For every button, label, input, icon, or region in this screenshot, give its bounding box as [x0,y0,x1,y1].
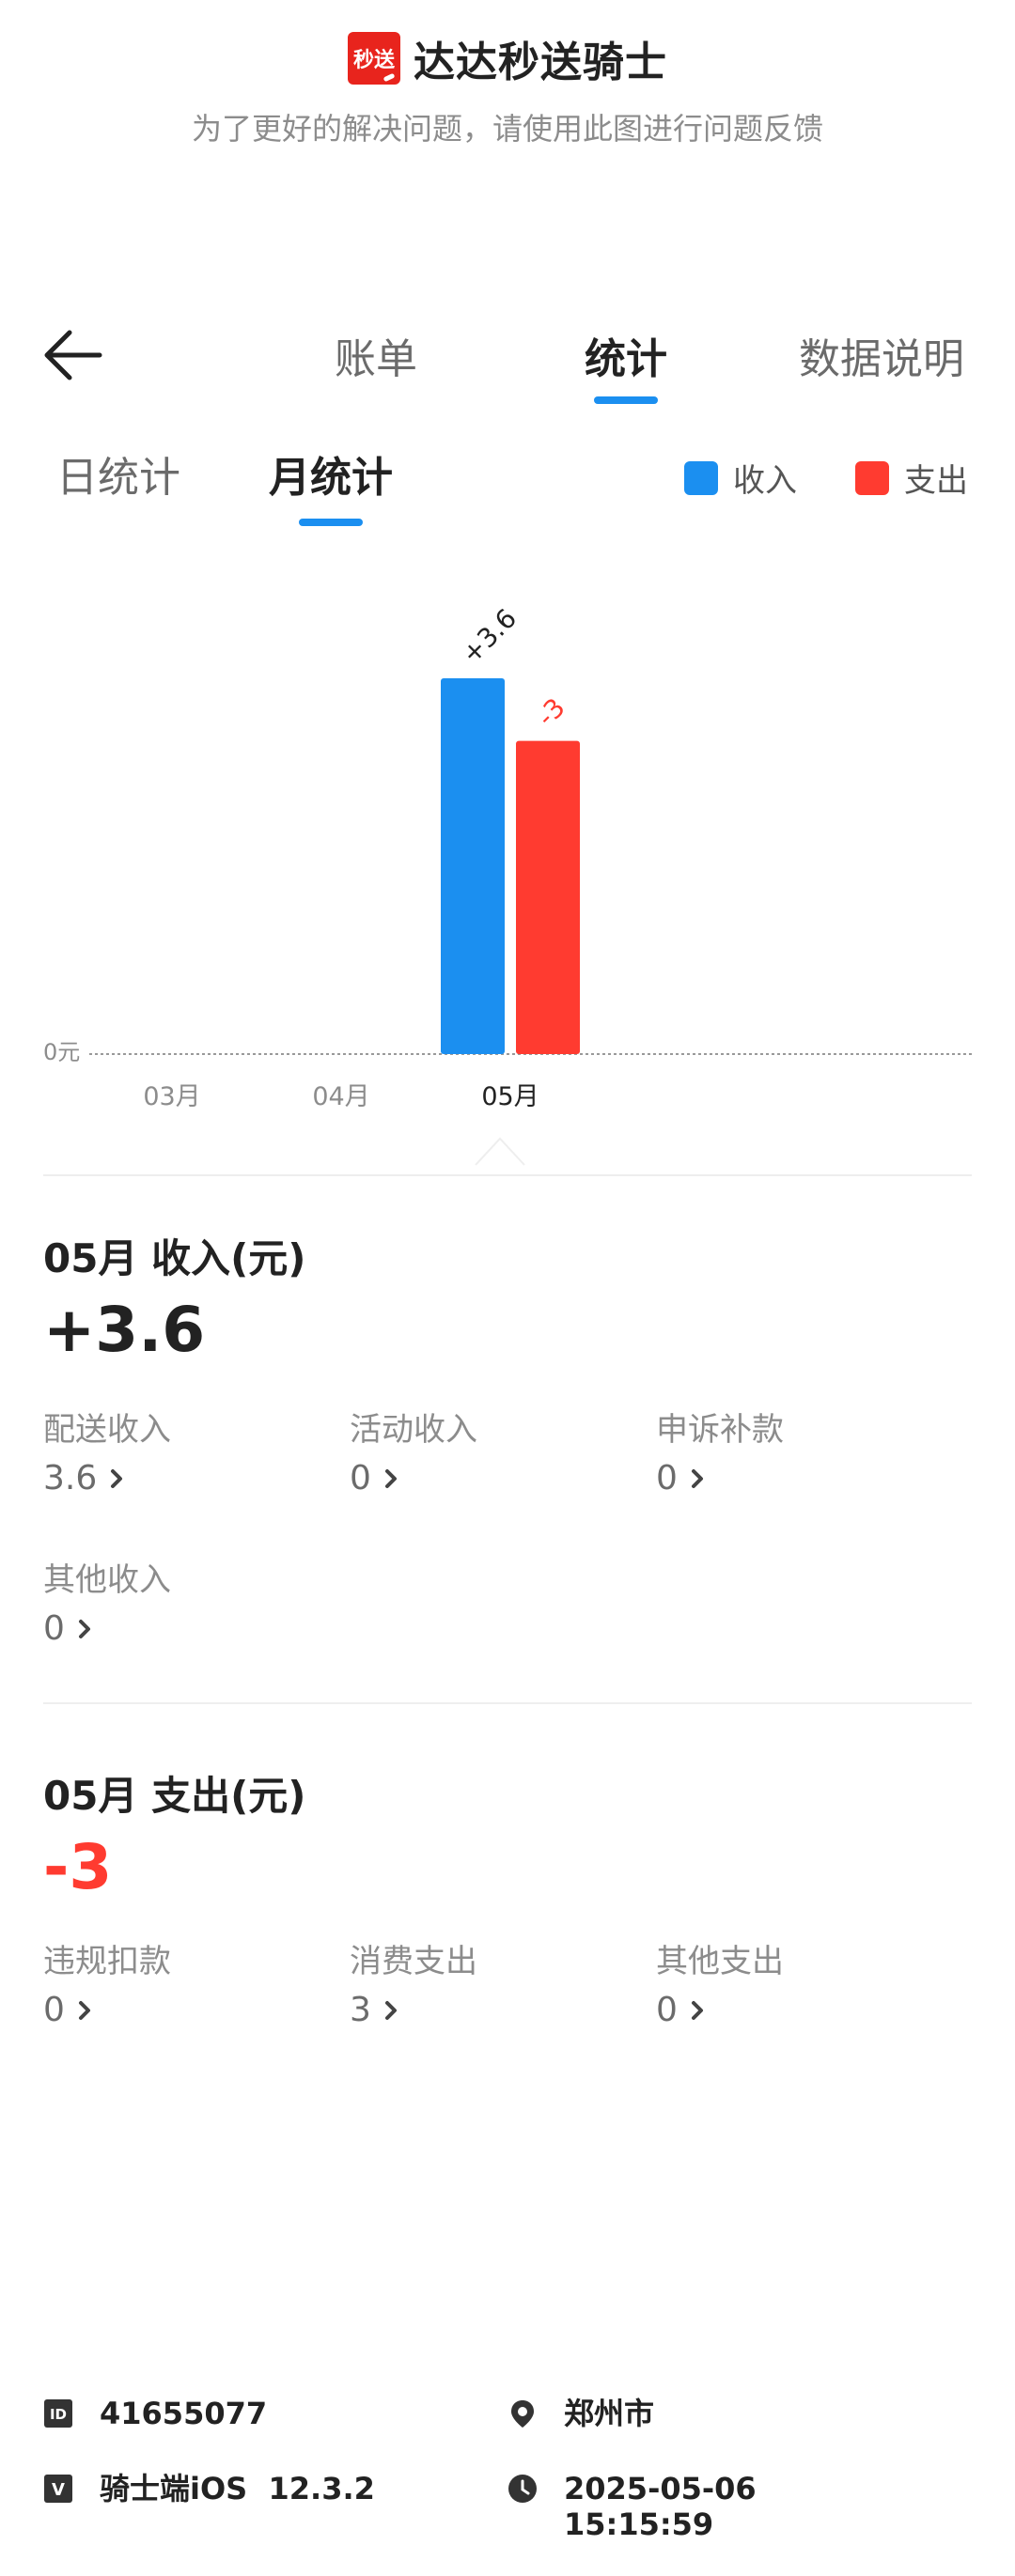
tab-data-explanation-label: 数据说明 [799,335,964,383]
expense-item-consumption[interactable]: 消费支出 3 [350,1935,632,2029]
app-header: 秒送 达达秒送骑士 为了更好的解决问题，请使用此图进行问题反馈 [0,0,1015,169]
expense-item-label: 其他支出 [656,1943,784,1980]
income-bar [441,678,505,1054]
expense-item-value: 0 [43,1991,65,2029]
legend-expense: 支出 [855,455,968,501]
income-item-value: 0 [43,1609,65,1648]
tab-bill[interactable]: 账单 [335,325,417,385]
income-item-label: 活动收入 [350,1411,477,1449]
income-item-appeal[interactable]: 申诉补款 0 [656,1404,938,1497]
income-total: +3.6 [43,1294,206,1366]
tab-monthly-stats-label: 月统计 [269,454,393,502]
expense-item-value: 0 [656,1991,678,2029]
chart-x-tick: 05月 [481,1082,539,1111]
rider-id: 41655077 [100,2396,268,2431]
tab-daily-stats[interactable]: 日统计 [56,443,180,504]
tab-statistics[interactable]: 统计 [585,325,667,404]
capture-date: 2025-05-06 [564,2471,757,2506]
tab-daily-stats-label: 日统计 [56,454,180,502]
expense-title: 05月 支出(元) [43,1773,306,1819]
expense-item-violation[interactable]: 违规扣款 0 [43,1935,325,2029]
chevron-right-icon [691,1468,703,1488]
chevron-right-icon [691,2000,703,2020]
footer-city: 郑州市 [508,2396,654,2431]
top-nav: 账单 统计 数据说明 [0,301,1015,423]
legend-expense-label: 支出 [904,462,968,500]
expense-section: 05月 支出(元) -3 违规扣款 0 消费支出 3 其他支出 0 [43,1764,972,2074]
income-item-value: 3.6 [43,1459,98,1497]
footer-app-version: V 骑士端iOS 12.3.2 [43,2471,375,2506]
income-item-value: 0 [350,1459,371,1497]
chevron-right-icon [384,2000,397,2020]
brand-logo: 秒送 [348,32,400,85]
app-name: 达达秒送骑士 [414,39,667,86]
section-divider [43,1702,972,1704]
chart-zero-label: 0元 [43,1039,80,1065]
app-version: 骑士端iOS 12.3.2 [100,2471,375,2506]
income-item-other[interactable]: 其他收入 0 [43,1554,325,1648]
sub-nav: 日统计 月统计 收入 支出 [0,434,1015,537]
back-arrow-icon[interactable] [41,327,103,383]
version-icon-text: V [52,2480,65,2500]
footer-info: ID 41655077 V 骑士端iOS 12.3.2 郑州市 2025-05-… [0,2377,1015,2576]
expense-bar [516,740,580,1054]
tab-bill-label: 账单 [335,335,417,383]
chevron-right-icon [78,1619,90,1638]
capture-time: 15:15:59 [564,2506,714,2542]
expense-item-label: 违规扣款 [43,1943,171,1980]
expense-item-value: 3 [350,1991,371,2029]
legend-income-swatch [684,460,718,495]
selected-month-pointer [475,1137,525,1166]
brand-logo-text: 秒送 [352,49,395,72]
id-icon-text: ID [50,2406,67,2423]
chevron-right-icon [111,1468,123,1488]
city-name: 郑州市 [564,2396,655,2431]
income-item-label: 其他收入 [43,1561,171,1599]
brand: 秒送 达达秒送骑士 [0,28,1015,88]
id-icon: ID [44,2399,72,2428]
active-subtab-indicator [299,519,363,526]
tab-data-explanation[interactable]: 数据说明 [799,325,964,385]
chart-x-tick: 03月 [143,1082,200,1111]
income-item-value: 0 [656,1459,678,1497]
legend-income: 收入 [684,455,797,501]
footer-datetime: 2025-05-06 15:15:59 [508,2471,757,2542]
footer-rider-id: ID 41655077 [43,2396,267,2431]
income-bar-label: +3.6 [456,603,523,670]
chart-x-tick: 04月 [312,1082,369,1111]
income-item-activity[interactable]: 活动收入 0 [350,1404,632,1497]
monthly-bar-chart[interactable]: 0元 03月 04月 05月 +3.6-3 [0,564,1015,1184]
brand-logo-mark [383,72,396,83]
expense-bar-label: -3 [531,692,571,733]
legend-expense-swatch [855,460,889,495]
income-section: 05月 收入(元) +3.6 配送收入 3.6 活动收入 0 申诉补款 0 其他… [43,1227,972,1715]
chevron-right-icon [78,2000,90,2020]
version-icon: V [44,2475,72,2503]
tab-monthly-stats[interactable]: 月统计 [269,443,393,526]
expense-item-label: 消费支出 [350,1943,477,1980]
expense-total: -3 [43,1831,113,1903]
chart-divider [43,1174,972,1176]
chevron-right-icon [384,1468,397,1488]
income-title: 05月 收入(元) [43,1235,306,1281]
expense-item-other[interactable]: 其他支出 0 [656,1935,938,2029]
tab-statistics-label: 统计 [585,335,667,383]
legend-income-label: 收入 [733,462,797,500]
feedback-hint: 为了更好的解决问题，请使用此图进行问题反馈 [191,111,823,147]
clock-icon [508,2475,537,2503]
income-item-delivery[interactable]: 配送收入 3.6 [43,1404,325,1497]
active-tab-indicator [594,396,658,404]
income-item-label: 申诉补款 [656,1411,784,1449]
location-pin-icon [511,2400,534,2428]
income-item-label: 配送收入 [43,1411,171,1449]
